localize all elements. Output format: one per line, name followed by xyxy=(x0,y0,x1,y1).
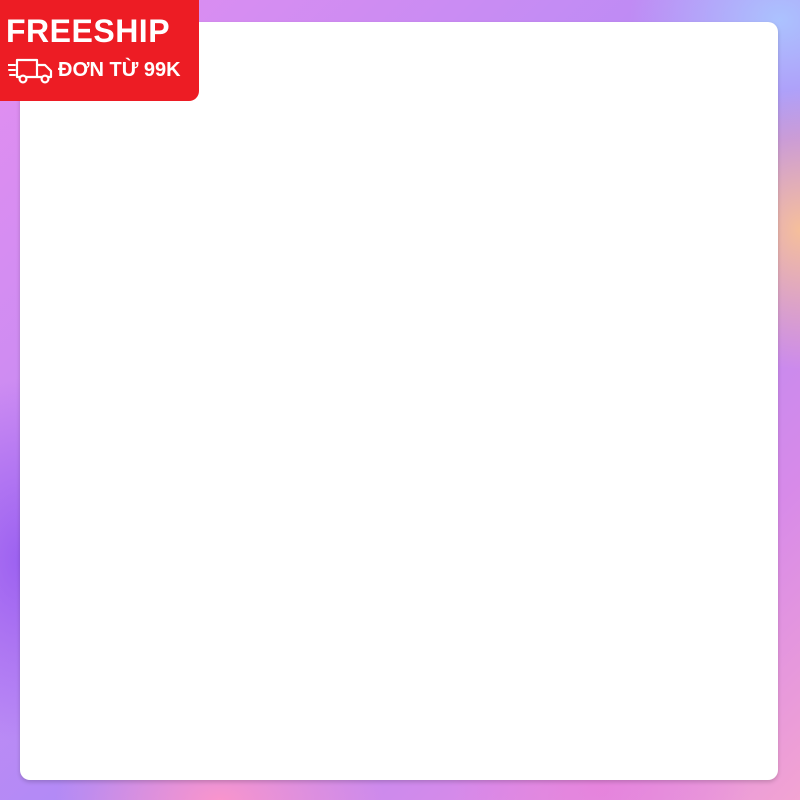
product-image-area xyxy=(20,22,778,780)
freeship-badge: FREESHIP ĐƠN TỪ 99K xyxy=(0,0,199,101)
freeship-subtitle-row: ĐƠN TỪ 99K xyxy=(7,56,181,84)
freeship-title: FREESHIP xyxy=(6,13,171,49)
freeship-condition-text: ĐƠN TỪ 99K xyxy=(58,59,181,81)
delivery-truck-icon xyxy=(7,56,54,84)
